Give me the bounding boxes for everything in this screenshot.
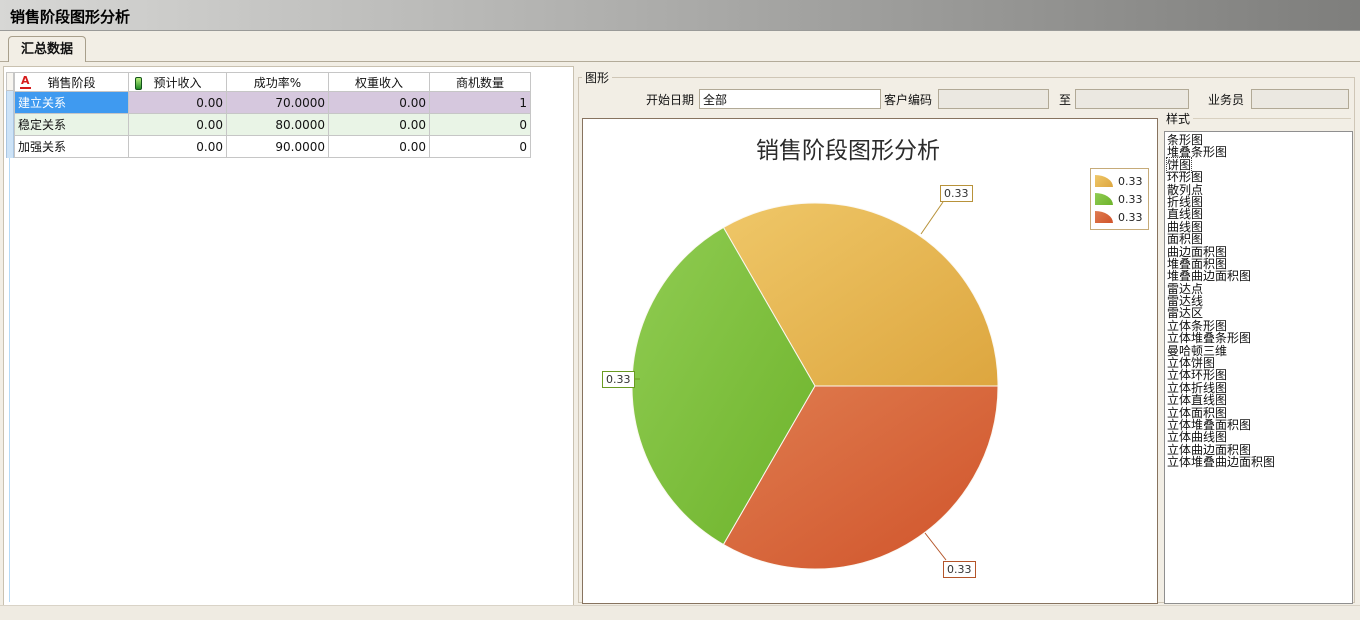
column-header-weighted-revenue[interactable]: 权重收入 (329, 73, 430, 92)
style-groupbox-label: 样式 (1164, 110, 1192, 127)
style-option[interactable]: 立体堆叠曲边面积图 (1167, 456, 1352, 468)
salesperson-input[interactable] (1251, 89, 1349, 109)
slice-value-label: 0.33 (602, 371, 635, 388)
leader-line (925, 533, 946, 560)
legend-swatch-icon (1095, 211, 1113, 223)
summary-table: A 销售阶段 预计收入 成功率% 权重收入 商机数量 建立关系 0.00 70.… (14, 72, 531, 158)
grid-row-indicator-column (6, 91, 14, 158)
field-indicator-icon (135, 77, 142, 90)
slice-value-label: 0.33 (943, 561, 976, 578)
window-title: 销售阶段图形分析 (10, 6, 130, 27)
column-label: 商机数量 (456, 76, 504, 90)
grid-corner-cell (6, 72, 14, 91)
legend-item: 0.33 (1095, 190, 1143, 208)
table-header-row: A 销售阶段 预计收入 成功率% 权重收入 商机数量 (15, 73, 531, 92)
weighted-revenue-cell[interactable]: 0.00 (329, 114, 430, 136)
column-header-stage[interactable]: A 销售阶段 (15, 73, 129, 92)
column-header-success-rate[interactable]: 成功率% (227, 73, 329, 92)
sort-a-icon: A (20, 75, 31, 89)
style-option[interactable]: 堆叠条形图 (1167, 146, 1352, 158)
legend-value: 0.33 (1118, 193, 1143, 206)
chart-style-listbox: 条形图堆叠条形图饼图环形图散列点折线图直线图曲线图面积图曲边面积图堆叠面积图堆叠… (1164, 131, 1353, 604)
summary-grid-panel: A 销售阶段 预计收入 成功率% 权重收入 商机数量 建立关系 0.00 70.… (3, 66, 574, 606)
legend-value: 0.33 (1118, 211, 1143, 224)
legend-swatch-icon (1095, 175, 1113, 187)
success-rate-cell[interactable]: 80.0000 (227, 114, 329, 136)
table-row[interactable]: 建立关系 0.00 70.0000 0.00 1 (15, 92, 531, 114)
salesperson-label: 业务员 (1208, 90, 1244, 110)
slice-value-label: 0.33 (940, 185, 973, 202)
expected-revenue-cell[interactable]: 0.00 (129, 92, 227, 114)
stage-cell[interactable]: 稳定关系 (15, 114, 129, 136)
stage-cell[interactable]: 加强关系 (15, 136, 129, 158)
start-date-input[interactable] (699, 89, 881, 109)
chart-legend: 0.33 0.33 0.33 (1090, 168, 1149, 230)
stage-cell-selected[interactable]: 建立关系 (15, 92, 129, 114)
grid-left-edge-line (9, 158, 10, 602)
legend-item: 0.33 (1095, 172, 1143, 190)
tabstrip-divider (0, 61, 1360, 62)
chart-title: 销售阶段图形分析 (583, 131, 1113, 165)
legend-value: 0.33 (1118, 175, 1143, 188)
opportunity-count-cell[interactable]: 1 (430, 92, 531, 114)
column-label: 成功率% (254, 76, 301, 90)
style-groupbox-rule (1193, 118, 1351, 119)
expected-revenue-cell[interactable]: 0.00 (129, 114, 227, 136)
weighted-revenue-cell[interactable]: 0.00 (329, 136, 430, 158)
chart-panel: 销售阶段图形分析 0.33 0.33 0.33 0.33 0.33 0.33 (582, 118, 1158, 604)
column-header-opportunity-count[interactable]: 商机数量 (430, 73, 531, 92)
column-label: 权重收入 (355, 76, 403, 90)
opportunity-count-cell[interactable]: 0 (430, 136, 531, 158)
leader-line (921, 202, 943, 234)
customer-code-to-input[interactable] (1075, 89, 1189, 109)
success-rate-cell[interactable]: 70.0000 (227, 92, 329, 114)
to-label: 至 (1059, 90, 1071, 110)
tab-label: 汇总数据 (21, 42, 73, 57)
table-row[interactable]: 加强关系 0.00 90.0000 0.00 0 (15, 136, 531, 158)
footer-strip (0, 605, 1360, 620)
opportunity-count-cell[interactable]: 0 (430, 114, 531, 136)
start-date-label: 开始日期 (646, 90, 694, 110)
column-label: 预计收入 (153, 76, 201, 90)
expected-revenue-cell[interactable]: 0.00 (129, 136, 227, 158)
column-label: 销售阶段 (47, 76, 95, 90)
customer-code-input[interactable] (938, 89, 1049, 109)
table-row[interactable]: 稳定关系 0.00 80.0000 0.00 0 (15, 114, 531, 136)
graph-groupbox-label: 图形 (582, 69, 612, 86)
tab-summary-data[interactable]: 汇总数据 (8, 36, 86, 62)
legend-item: 0.33 (1095, 208, 1143, 226)
graph-groupbox: 图形 开始日期 客户编码 至 业务员 销售阶段图形分析 0.33 0.33 0.… (578, 77, 1355, 603)
column-header-expected-revenue[interactable]: 预计收入 (129, 73, 227, 92)
weighted-revenue-cell[interactable]: 0.00 (329, 92, 430, 114)
success-rate-cell[interactable]: 90.0000 (227, 136, 329, 158)
window-titlebar: 销售阶段图形分析 (0, 0, 1360, 31)
customer-code-label: 客户编码 (884, 90, 932, 110)
pie-chart (583, 119, 1157, 603)
legend-swatch-icon (1095, 193, 1113, 205)
